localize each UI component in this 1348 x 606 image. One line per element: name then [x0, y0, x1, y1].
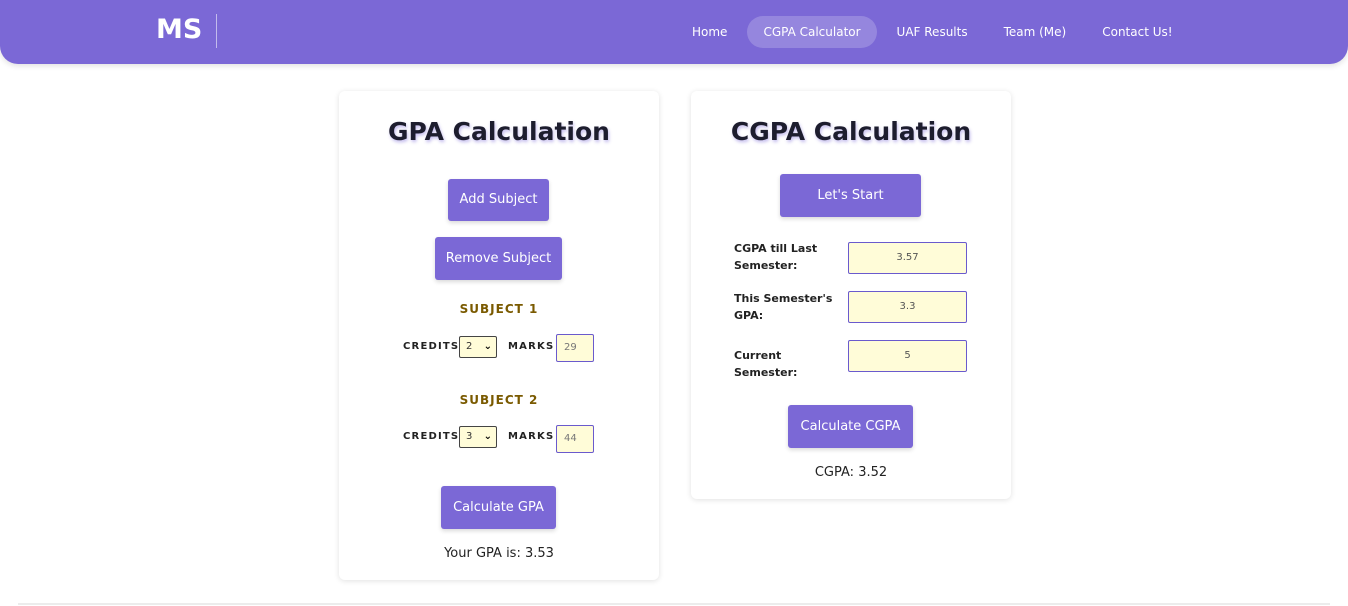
subject-1-credits-value: 2: [466, 341, 473, 352]
this-semester-gpa-input[interactable]: 3.3: [848, 291, 967, 323]
logo-divider: [216, 14, 217, 48]
gpa-result: Your GPA is: 3.53: [444, 546, 554, 561]
marks-label: MARKS: [508, 431, 555, 442]
logo[interactable]: MS: [156, 14, 202, 45]
chevron-down-icon: ⌄: [483, 341, 492, 352]
cgpa-last-input[interactable]: 3.57: [848, 242, 967, 274]
lets-start-button[interactable]: Let's Start: [780, 174, 921, 217]
subject-2-marks-input[interactable]: 44: [556, 425, 594, 453]
remove-subject-button[interactable]: Remove Subject: [435, 237, 562, 280]
nav-link-cgpa-calculator[interactable]: CGPA Calculator: [747, 16, 877, 48]
current-semester-label: Current Semester:: [734, 349, 798, 379]
subject-2-credits-value: 3: [466, 431, 473, 442]
nav-link-contact[interactable]: Contact Us!: [1086, 16, 1188, 48]
subject-2-credits-select[interactable]: 3 ⌄: [459, 426, 497, 448]
gpa-card: GPA Calculation Add Subject Remove Subje…: [339, 91, 659, 580]
nav-link-uaf-results[interactable]: UAF Results: [881, 16, 984, 48]
subject-2-title: SUBJECT 2: [459, 393, 539, 407]
cgpa-last-label: CGPA till Last Semester:: [734, 242, 818, 272]
calculate-cgpa-button[interactable]: Calculate CGPA: [788, 405, 913, 448]
this-semester-gpa-label: This Semester's GPA:: [734, 292, 833, 322]
top-navbar: MS Home CGPA Calculator UAF Results Team…: [0, 0, 1348, 64]
cgpa-card: CGPA Calculation Let's Start CGPA till L…: [691, 91, 1011, 499]
credits-label: CREDITS: [403, 431, 460, 442]
add-subject-button[interactable]: Add Subject: [448, 179, 549, 221]
nav-link-team[interactable]: Team (Me): [988, 16, 1083, 48]
current-semester-input[interactable]: 5: [848, 340, 967, 372]
gpa-title: GPA Calculation: [388, 117, 610, 146]
cgpa-result: CGPA: 3.52: [814, 465, 888, 480]
credits-label: CREDITS: [403, 341, 460, 352]
calculate-gpa-button[interactable]: Calculate GPA: [441, 486, 556, 529]
chevron-down-icon: ⌄: [483, 431, 492, 442]
subject-1-marks-input[interactable]: 29: [556, 334, 594, 362]
cgpa-title: CGPA Calculation: [730, 117, 972, 146]
nav-links: Home CGPA Calculator UAF Results Team (M…: [676, 16, 1193, 48]
footer-divider: [18, 603, 1330, 605]
nav-link-home[interactable]: Home: [676, 16, 743, 48]
subject-1-title: SUBJECT 1: [459, 302, 539, 316]
marks-label: MARKS: [508, 341, 555, 352]
subject-1-credits-select[interactable]: 2 ⌄: [459, 336, 497, 358]
